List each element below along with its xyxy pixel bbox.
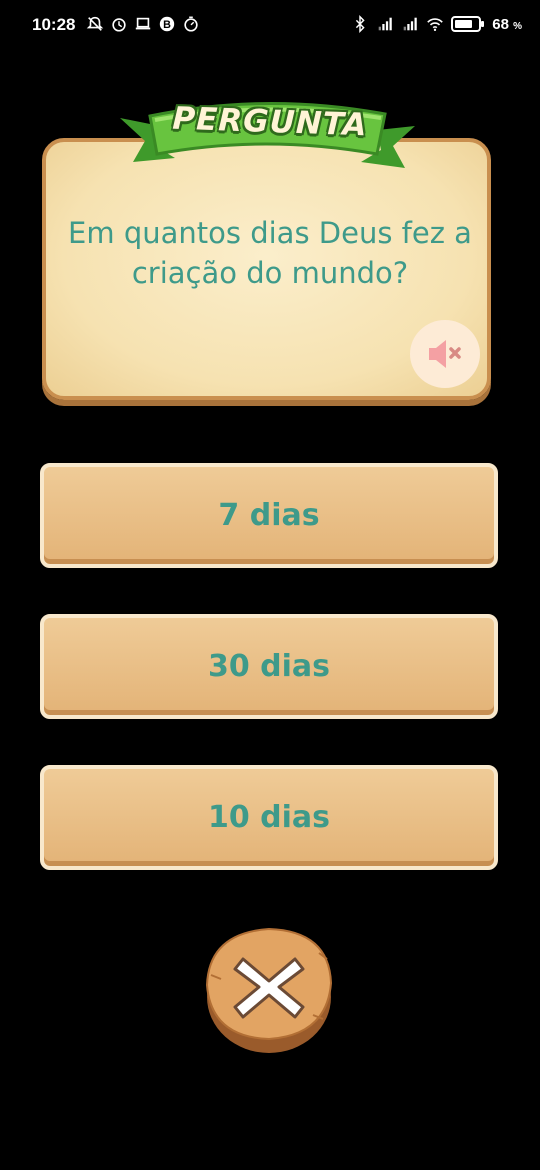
notification-off-icon <box>86 16 104 31</box>
timer-icon <box>184 16 198 32</box>
signal-icon <box>378 17 392 31</box>
answer-label: 10 dias <box>207 800 331 835</box>
answer-label: 30 dias <box>207 649 331 684</box>
close-button[interactable] <box>203 923 335 1055</box>
notification-icons: B <box>86 14 200 34</box>
alarm-icon <box>112 18 126 32</box>
clock: 10:28 <box>32 15 76 34</box>
bluetooth-icon <box>356 15 365 33</box>
answer-label: 7 dias <box>218 498 320 533</box>
speaker-muted-icon <box>429 340 461 368</box>
status-bar: 10:28 B 68 % <box>0 0 540 48</box>
svg-text:B: B <box>163 19 171 31</box>
battery-icon <box>451 16 485 32</box>
laptop-icon <box>135 17 151 30</box>
answer-button-1[interactable]: 7 dias <box>40 463 498 568</box>
wifi-icon <box>427 18 444 32</box>
battery-level: 68 % <box>492 15 522 33</box>
answer-button-2[interactable]: 30 dias <box>40 614 498 719</box>
answer-button-3[interactable]: 10 dias <box>40 765 498 870</box>
mute-button[interactable] <box>410 320 480 388</box>
b-badge-icon: B <box>159 16 175 32</box>
system-icons: 68 % <box>351 14 522 34</box>
signal-icon <box>403 17 417 31</box>
question-text: Em quantos dias Deus fez a criação do mu… <box>68 216 472 290</box>
